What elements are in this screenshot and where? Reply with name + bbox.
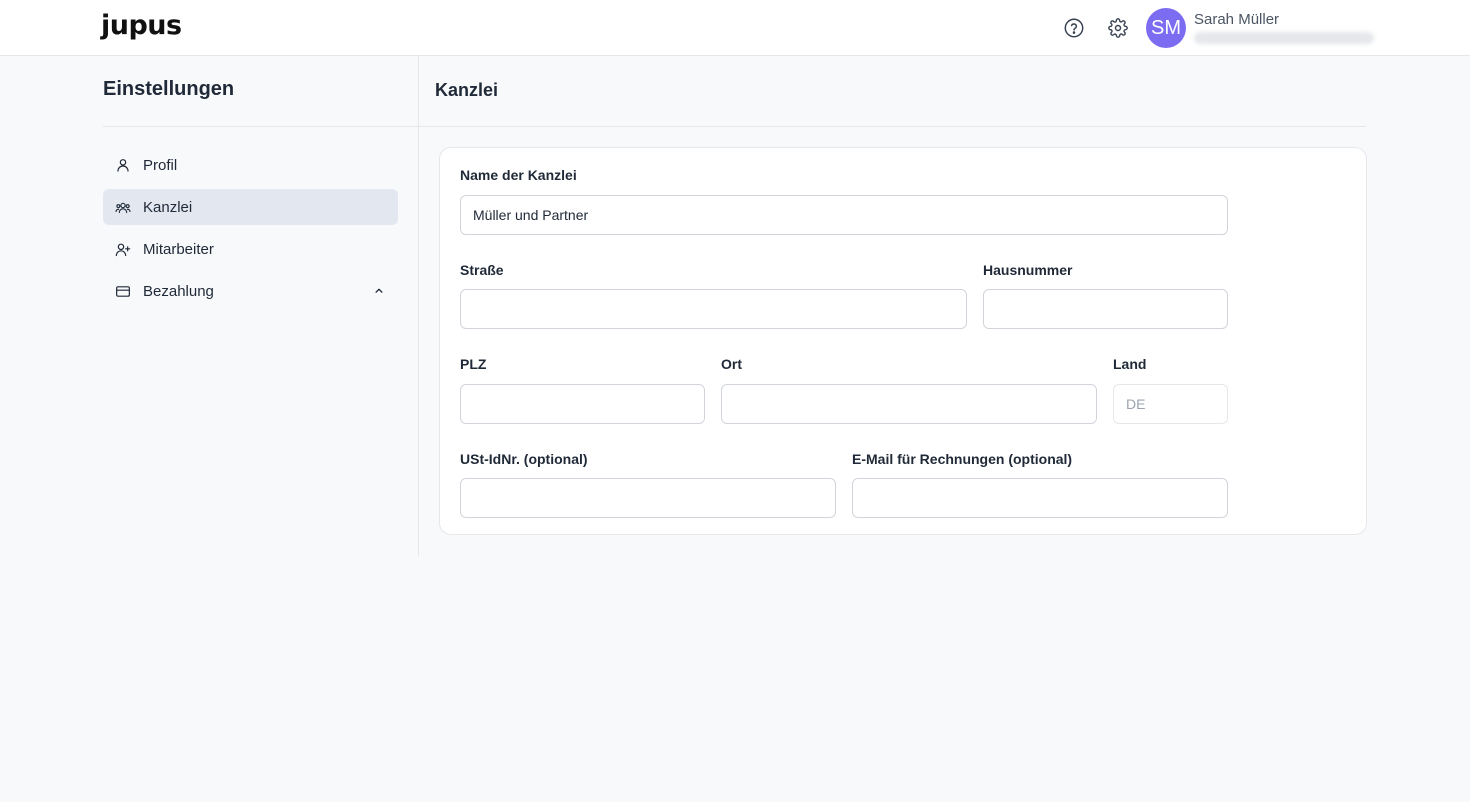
country-input[interactable] <box>1113 384 1228 424</box>
sidebar-item-label: Profil <box>143 156 178 174</box>
name-label: Name der Kanzlei <box>460 167 577 183</box>
sidebar-item-bezahlung[interactable]: Bezahlung <box>103 273 398 309</box>
avatar[interactable]: SM <box>1146 8 1186 48</box>
city-label: Ort <box>721 356 742 372</box>
street-label: Straße <box>460 262 504 278</box>
top-bar: jupus SM Sarah Müller <box>0 0 1470 56</box>
page-title: Kanzlei <box>435 80 499 100</box>
sidebar-title: Einstellungen <box>103 78 235 100</box>
help-icon[interactable] <box>1062 16 1086 40</box>
city-input[interactable] <box>721 384 1097 424</box>
vat-id-label: USt-IdNr. (optional) <box>460 451 588 467</box>
main-divider <box>419 126 1366 127</box>
user-name: Sarah Müller <box>1194 11 1280 28</box>
user-email-redacted <box>1194 32 1374 44</box>
credit-card-icon <box>115 283 131 299</box>
house-number-input[interactable] <box>983 289 1228 329</box>
sidebar-item-kanzlei[interactable]: Kanzlei <box>103 189 398 225</box>
country-label: Land <box>1113 356 1147 372</box>
vertical-divider <box>418 56 419 556</box>
user-icon <box>115 157 131 173</box>
chevron-up-icon[interactable] <box>372 284 386 298</box>
vat-id-input[interactable] <box>460 478 836 518</box>
invoice-email-label: E-Mail für Rechnungen (optional) <box>852 451 1073 467</box>
invoice-email-input[interactable] <box>852 478 1228 518</box>
users-group-icon <box>115 199 131 215</box>
street-input[interactable] <box>460 289 967 329</box>
zip-label: PLZ <box>460 356 487 372</box>
kanzlei-form-card: Name der Kanzlei Straße Hausnummer PLZ O… <box>439 147 1367 535</box>
user-plus-icon <box>115 241 131 257</box>
house-number-label: Hausnummer <box>983 262 1073 278</box>
gear-icon[interactable] <box>1106 16 1130 40</box>
sidebar-item-label: Mitarbeiter <box>143 240 214 258</box>
zip-input[interactable] <box>460 384 705 424</box>
sidebar-item-label: Kanzlei <box>143 198 193 216</box>
name-input[interactable] <box>460 195 1228 235</box>
sidebar-item-profil[interactable]: Profil <box>103 147 398 183</box>
sidebar-item-mitarbeiter[interactable]: Mitarbeiter <box>103 231 398 267</box>
app-logo[interactable]: jupus <box>101 10 182 41</box>
sidebar-divider <box>103 126 419 127</box>
sidebar-item-label: Bezahlung <box>143 282 214 300</box>
